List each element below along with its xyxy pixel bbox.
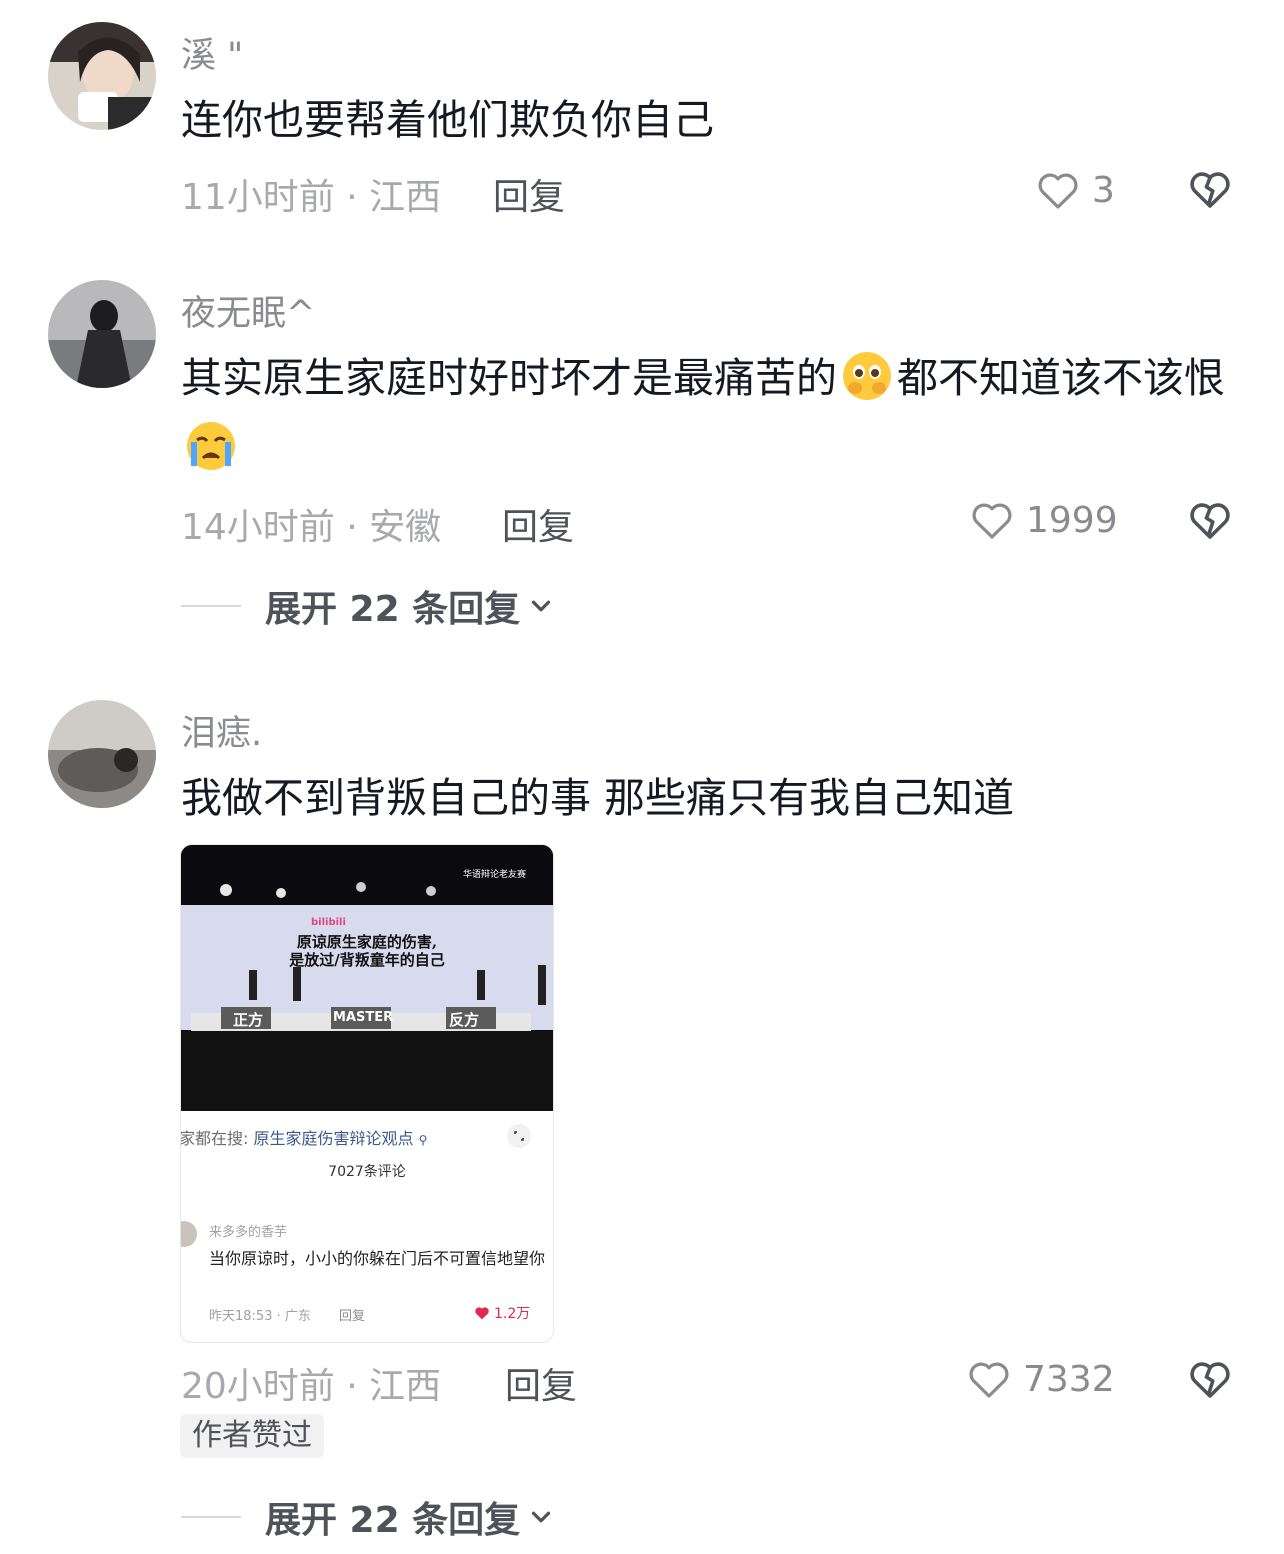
comment-text-part: 都不知道该不该恨	[897, 354, 1225, 402]
stage-left-label: 正方	[233, 1011, 264, 1029]
dislike-icon[interactable]	[1186, 1355, 1234, 1403]
divider-line	[181, 1516, 241, 1518]
like-count: 1999	[1026, 499, 1118, 541]
heart-icon	[969, 1362, 1009, 1398]
chevron-down-icon	[532, 1511, 551, 1523]
stage-right-label: 反方	[449, 1011, 480, 1029]
inner-reply: 回复	[339, 1309, 366, 1324]
avatar[interactable]	[48, 700, 156, 808]
video-top-caption: 华语辩论老友赛	[463, 870, 527, 880]
inner-comment-text: 当你原谅时，小小的你躲在门后不可置信地望你	[209, 1249, 546, 1268]
search-keyword[interactable]: 原生家庭伤害辩论观点	[254, 1129, 414, 1148]
crying-emoji-icon	[187, 422, 235, 470]
avatar[interactable]	[48, 280, 156, 388]
video-brand: bilibili	[311, 917, 346, 928]
shared-video-card[interactable]: 华语辩论老友赛 bilibili 原谅原生家庭的伤害, 是放过/背叛童年的自己 …	[180, 844, 554, 1343]
stage-center-label: MASTER	[333, 1010, 394, 1025]
reply-button[interactable]: 回复	[493, 168, 565, 220]
expand-replies-button[interactable]: 展开 22 条回复	[181, 580, 556, 632]
like-button[interactable]: 1999	[968, 495, 1118, 545]
search-suggestion[interactable]: 家都在搜: 原生家庭伤害辩论观点 ⚲	[180, 1125, 428, 1149]
inner-like-count: 1.2万	[494, 1306, 531, 1322]
like-count: 7332	[1023, 1358, 1115, 1400]
banner-line-1: 原谅原生家庭的伤害,	[296, 933, 438, 951]
expand-icon[interactable]	[506, 1123, 532, 1149]
comment-meta: 11小时前 · 江西	[181, 177, 442, 218]
reply-button[interactable]: 回复	[505, 1357, 577, 1409]
like-count: 3	[1092, 169, 1115, 211]
comment-username[interactable]: 溪 "	[181, 27, 243, 78]
comment-meta: 20小时前 · 江西	[181, 1366, 442, 1407]
comment-username[interactable]: 泪痣.	[181, 705, 262, 756]
avatar[interactable]	[48, 22, 156, 130]
pleading-emoji-icon	[843, 352, 891, 400]
author-liked-badge: 作者赞过	[180, 1414, 324, 1458]
dislike-icon[interactable]	[1186, 496, 1234, 544]
comment-text: 我做不到背叛自己的事 那些痛只有我自己知道	[181, 774, 1015, 822]
divider-line	[181, 605, 241, 607]
expand-label: 展开 22 条回复	[265, 1500, 521, 1541]
video-thumbnail[interactable]: 华语辩论老友赛 bilibili 原谅原生家庭的伤害, 是放过/背叛童年的自己 …	[181, 845, 553, 1111]
inner-avatar	[181, 1221, 197, 1247]
heart-filled-icon	[475, 1307, 489, 1320]
comment-text: 连你也要帮着他们欺负你自己	[181, 96, 714, 144]
dislike-icon[interactable]	[1186, 165, 1234, 213]
inner-like: 1.2万	[473, 1303, 530, 1323]
comment-text: 其实原生家庭时好时坏才是最痛苦的 都不知道该不该恨	[181, 343, 1241, 483]
expand-replies-button[interactable]: 展开 22 条回复	[181, 1491, 556, 1543]
comment-text-part: 其实原生家庭时好时坏才是最痛苦的	[181, 354, 837, 402]
like-button[interactable]: 3	[1034, 165, 1115, 215]
heart-icon	[1038, 173, 1078, 209]
heart-icon	[972, 503, 1012, 539]
reply-button[interactable]: 回复	[502, 498, 574, 550]
banner-line-2: 是放过/背叛童年的自己	[289, 951, 445, 969]
comment-meta: 14小时前 · 安徽	[181, 507, 442, 548]
like-button[interactable]: 7332	[965, 1354, 1115, 1404]
expand-label: 展开 22 条回复	[265, 589, 521, 630]
comment-username[interactable]: 夜无眠^	[181, 285, 315, 336]
chevron-down-icon	[532, 600, 551, 612]
comment-count: 7027条评论	[328, 1164, 406, 1180]
search-prefix: 家都在搜:	[180, 1129, 249, 1148]
search-icon: ⚲	[418, 1133, 428, 1147]
inner-meta: 昨天18:53 · 广东	[209, 1309, 311, 1324]
inner-username: 来多多的香芋	[209, 1225, 288, 1240]
video-banner-title: 原谅原生家庭的伤害, 是放过/背叛童年的自己	[181, 933, 553, 969]
